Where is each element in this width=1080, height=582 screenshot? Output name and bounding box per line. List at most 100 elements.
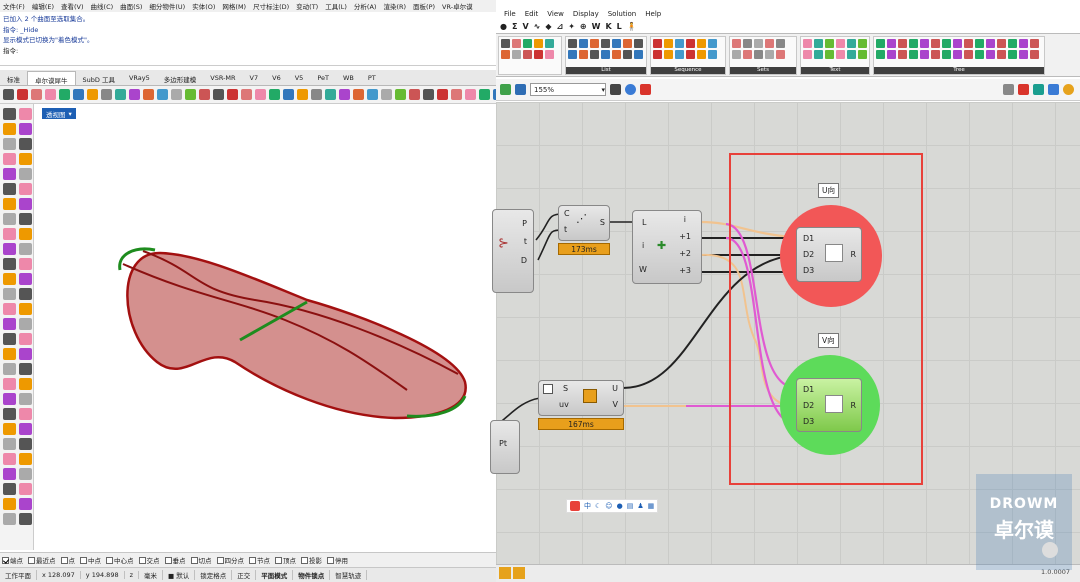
osnap-投影[interactable]: 投影 [301, 555, 322, 565]
checkbox[interactable] [327, 556, 334, 564]
osnap-中心点[interactable]: 中心点 [106, 555, 134, 565]
side-tool-icon[interactable] [3, 393, 16, 405]
side-tool-icon[interactable] [19, 273, 32, 285]
toolbar-icon[interactable] [45, 89, 56, 100]
preview-eye-icon[interactable] [625, 84, 636, 95]
side-tool-icon[interactable] [3, 273, 16, 285]
side-tool-icon[interactable] [19, 168, 32, 180]
ribbon-icon[interactable] [986, 50, 995, 59]
gh-category-tab[interactable]: ∿ [534, 22, 541, 31]
ribbon-icon[interactable] [776, 39, 785, 48]
ribbon-icon[interactable] [986, 39, 995, 48]
ribbon-icon[interactable] [612, 39, 621, 48]
toolbar-icon[interactable] [115, 89, 126, 100]
ribbon-icon[interactable] [909, 50, 918, 59]
toolbar-tab[interactable]: 多边形建模 [157, 71, 204, 85]
toolbar-icon[interactable] [185, 89, 196, 100]
side-tool-icon[interactable] [3, 348, 16, 360]
ribbon-icon[interactable] [523, 39, 532, 48]
toolbar-icon[interactable] [59, 89, 70, 100]
side-tool-icon[interactable] [3, 243, 16, 255]
sketch-pen-icon[interactable] [640, 84, 651, 95]
side-tool-icon[interactable] [3, 453, 16, 465]
side-tool-icon[interactable] [3, 468, 16, 480]
osnap-停用[interactable]: 停用 [327, 555, 348, 565]
side-tool-icon[interactable] [3, 423, 16, 435]
toolbar-icon[interactable] [353, 89, 364, 100]
ribbon-icon[interactable] [964, 39, 973, 48]
toolbar-icon[interactable] [339, 89, 350, 100]
menu-item[interactable]: 面板(P) [413, 1, 435, 11]
toolbar-icon[interactable] [283, 89, 294, 100]
toolbar-icon[interactable] [255, 89, 266, 100]
side-tool-icon[interactable] [19, 213, 32, 225]
ribbon-icon[interactable] [708, 50, 717, 59]
ribbon-icon[interactable] [997, 50, 1006, 59]
ribbon-icon[interactable] [975, 50, 984, 59]
toolbar-icon[interactable] [381, 89, 392, 100]
side-tool-icon[interactable] [19, 123, 32, 135]
side-tool-icon[interactable] [19, 468, 32, 480]
ime-toolbar[interactable]: 中 ☾ ☺ ● ▤ ♟ ▦ [566, 499, 659, 513]
checkbox[interactable] [216, 556, 224, 564]
side-tool-icon[interactable] [19, 438, 32, 450]
toolbar-tab[interactable]: V7 [243, 71, 266, 85]
ribbon-icon[interactable] [887, 50, 896, 59]
gh-category-tab[interactable]: 🧍 [627, 22, 637, 31]
toolbar-icon[interactable] [31, 89, 42, 100]
ribbon-icon[interactable] [743, 50, 752, 59]
document-preview-icon[interactable] [1048, 84, 1059, 95]
side-tool-icon[interactable] [3, 168, 16, 180]
toolbar-tab[interactable]: WB [336, 71, 361, 85]
toolbar-icon[interactable] [451, 89, 462, 100]
side-tool-icon[interactable] [3, 378, 16, 390]
side-tool-icon[interactable] [19, 138, 32, 150]
gh-category-tab[interactable]: ⊕ [580, 22, 587, 31]
side-tool-icon[interactable] [19, 363, 32, 375]
toolbar-icon[interactable] [213, 89, 224, 100]
checkbox[interactable] [28, 556, 35, 564]
status-smarttrack[interactable]: 智慧轨迹 [330, 570, 368, 580]
ribbon-icon[interactable] [858, 50, 867, 59]
ribbon-icon[interactable] [512, 39, 521, 48]
checkbox[interactable] [301, 556, 308, 564]
ribbon-icon[interactable] [876, 50, 885, 59]
side-tool-icon[interactable] [3, 498, 16, 510]
side-tool-icon[interactable] [3, 198, 16, 210]
gh-category-tab[interactable]: ◆ [545, 22, 551, 31]
ribbon-icon[interactable] [953, 39, 962, 48]
menu-item[interactable]: 编辑(E) [32, 1, 54, 11]
toolbar-icon[interactable] [3, 89, 14, 100]
side-tool-icon[interactable] [19, 303, 32, 315]
gh-category-tab[interactable]: Ⅴ [522, 22, 528, 31]
gh-category-tab[interactable]: W [592, 22, 601, 31]
toolbar-tab[interactable]: 卓尔谟犀牛 [27, 71, 76, 85]
side-tool-icon[interactable] [19, 318, 32, 330]
toolbar-icon[interactable] [101, 89, 112, 100]
ribbon-icon[interactable] [920, 50, 929, 59]
ribbon-icon[interactable] [732, 50, 741, 59]
canvas-icon-1[interactable] [499, 567, 511, 579]
gh-category-tab[interactable]: ⊿ [557, 22, 564, 31]
ribbon-icon[interactable] [898, 50, 907, 59]
ribbon-icon[interactable] [501, 39, 510, 48]
side-tool-icon[interactable] [3, 108, 16, 120]
side-tool-icon[interactable] [3, 288, 16, 300]
toolbar-icon[interactable] [479, 89, 490, 100]
side-tool-icon[interactable] [19, 243, 32, 255]
osnap-交点[interactable]: 交点 [138, 555, 160, 565]
shaded-preview-icon[interactable] [1018, 84, 1029, 95]
side-tool-icon[interactable] [19, 453, 32, 465]
ribbon-icon[interactable] [534, 39, 543, 48]
toolbar-icon[interactable] [269, 89, 280, 100]
status-planar[interactable]: 平面模式 [256, 570, 294, 580]
ribbon-icon[interactable] [568, 50, 577, 59]
menu-item[interactable]: 查看(V) [61, 1, 84, 11]
ribbon-icon[interactable] [697, 39, 706, 48]
ribbon-icon[interactable] [664, 50, 673, 59]
toolbar-icon[interactable] [73, 89, 84, 100]
toolbar-icon[interactable] [423, 89, 434, 100]
side-tool-icon[interactable] [3, 183, 16, 195]
side-tool-icon[interactable] [19, 288, 32, 300]
open-icon[interactable] [500, 84, 511, 95]
